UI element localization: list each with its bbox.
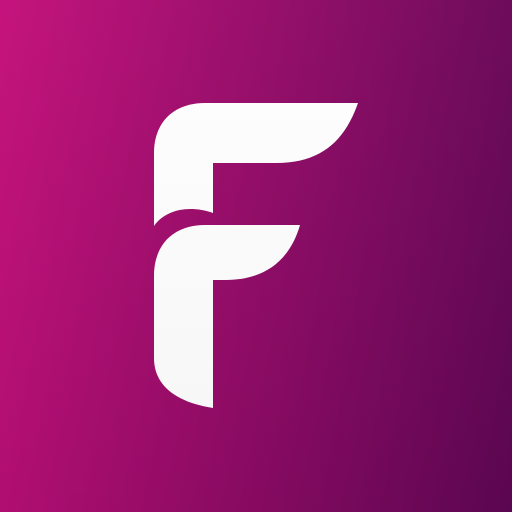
app-icon-background — [0, 0, 512, 512]
logo-upper-stroke — [154, 103, 358, 226]
logo-lower-stroke — [154, 225, 300, 408]
letter-f-logo-icon — [154, 103, 358, 408]
